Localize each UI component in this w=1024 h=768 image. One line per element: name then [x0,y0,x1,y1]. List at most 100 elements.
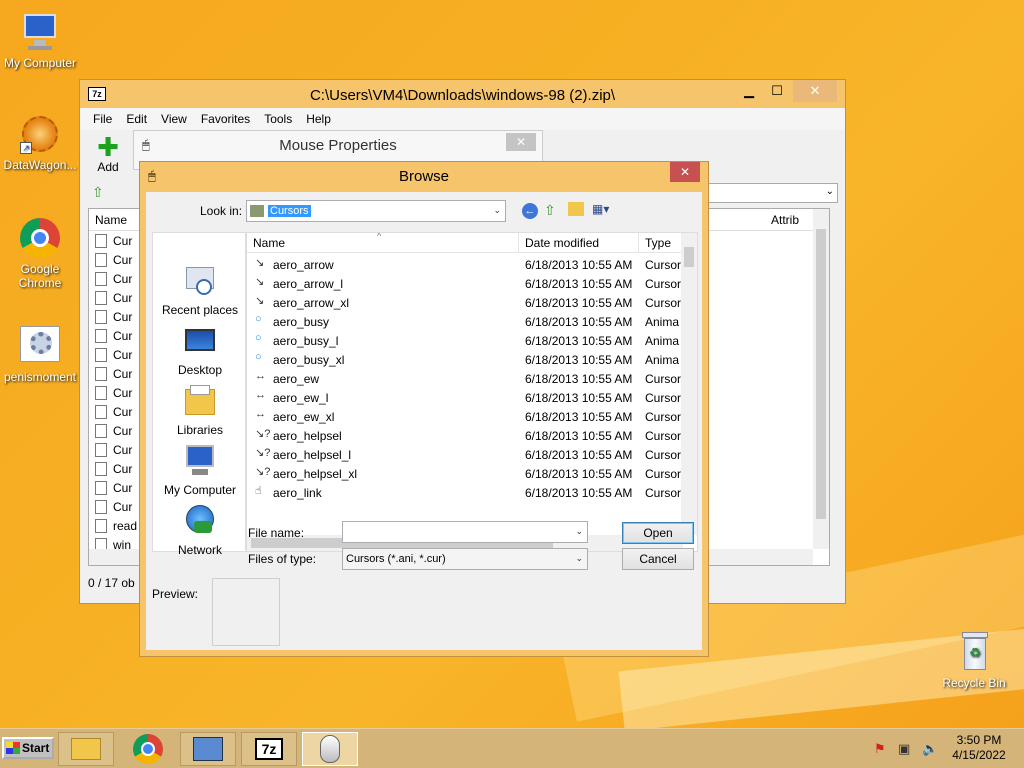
column-name[interactable]: Name [95,213,127,227]
file-row[interactable]: ○ aero_busy_xl 6/18/2013 10:55 AM Anima [247,350,683,369]
up-folder-icon[interactable]: ⇧ [92,184,108,200]
settings-app-icon [18,324,62,368]
menu-help[interactable]: Help [299,112,338,126]
file-row[interactable]: ○ aero_busy 6/18/2013 10:55 AM Anima [247,312,683,331]
taskbar-chrome[interactable] [120,732,176,766]
file-row[interactable]: ↘ aero_arrow_l 6/18/2013 10:55 AM Cursor [247,274,683,293]
place-recent[interactable]: Recent places [155,263,245,317]
file-row[interactable]: ↔ aero_ew 6/18/2013 10:55 AM Cursor [247,369,683,388]
clock[interactable]: 3:50 PM 4/15/2022 [944,733,1014,763]
chevron-down-icon: ⌄ [575,526,583,536]
desktop-icon-google-chrome[interactable]: Google Chrome [0,216,80,290]
file-row[interactable]: ○ aero_busy_l 6/18/2013 10:55 AM Anima [247,331,683,350]
taskbar-file-explorer[interactable] [58,732,114,766]
file-row[interactable]: ↘? aero_helpsel 6/18/2013 10:55 AM Cursor [247,426,683,445]
help-cursor-icon: ↘? [255,447,271,459]
file-name-input[interactable]: ⌄ [342,521,588,543]
network-tray-icon[interactable]: ▣ [898,741,910,757]
minimize-button[interactable]: ▁ [737,80,761,102]
close-button[interactable]: ✕ [793,80,837,102]
file-row[interactable]: ↘? aero_helpsel_xl 6/18/2013 10:55 AM Curso… [247,464,683,483]
desktop-icon-my-computer[interactable]: My Computer [0,10,80,70]
file-row[interactable]: ↘ aero_arrow_xl 6/18/2013 10:55 AM Cursor [247,293,683,312]
busy-ring-icon: ○ [255,332,262,344]
browse-file-list: Name ^ Date modified Type ↘ aero_arrow 6/1… [246,232,698,552]
vertical-scrollbar[interactable] [813,209,829,549]
file-name: Cur [113,423,133,438]
back-icon[interactable]: ← [522,203,538,219]
file-name: Cur [113,461,133,476]
desktop-icon [182,323,218,359]
volume-muted-icon[interactable]: 🔈 [922,741,938,757]
file-row[interactable]: ↔ aero_ew_xl 6/18/2013 10:55 AM Cursor [247,407,683,426]
menu-edit[interactable]: Edit [119,112,154,126]
start-button[interactable]: Start [2,737,54,759]
file-name: aero_arrow_l [273,277,344,291]
hand-cursor-icon: ☝ [255,485,262,497]
windows-logo-icon [6,742,20,754]
column-attrib[interactable]: Attrib [771,213,799,227]
arrow-cursor-icon: ↘ [255,257,265,269]
file-name: aero_busy_xl [273,353,345,367]
up-folder-icon[interactable]: ⇧ [544,202,556,219]
close-button[interactable]: ✕ [670,162,700,182]
menu-favorites[interactable]: Favorites [194,112,257,126]
file-name: Cur [113,290,133,305]
new-folder-icon[interactable] [568,202,584,216]
column-type[interactable]: Type [645,236,671,250]
file-name: Cur [113,385,133,400]
desktop-icon-settings-app[interactable]: penismoment [0,324,80,384]
look-in-combo[interactable]: Cursors ⌄ [246,200,506,222]
place-libraries[interactable]: Libraries [155,383,245,437]
file-type: Anima [645,334,680,348]
file-type: Cursor [645,277,682,291]
place-desktop[interactable]: Desktop [155,323,245,377]
desktop: My Computer ↗ DataWagon... Google Chrome… [0,0,1024,728]
files-of-type-select[interactable]: Cursors (*.ani, *.cur) ⌄ [342,548,588,570]
action-center-flag-icon[interactable]: ⚑ [874,741,886,757]
file-name: aero_ew_xl [273,410,335,424]
file-date: 6/18/2013 10:55 AM [525,372,633,386]
place-network[interactable]: Network [155,503,245,557]
clock-date: 4/15/2022 [952,748,1006,762]
column-name[interactable]: Name [253,236,285,250]
place-my-computer[interactable]: My Computer [155,443,245,497]
file-name: aero_helpsel_xl [273,467,358,481]
file-row[interactable]: ☝ aero_link 6/18/2013 10:55 AM Cursor [247,483,683,502]
open-button[interactable]: Open [622,522,694,544]
menu-tools[interactable]: Tools [257,112,299,126]
file-row[interactable]: ↔ aero_ew_l 6/18/2013 10:55 AM Cursor [247,388,683,407]
computer-icon [18,10,62,54]
file-date: 6/18/2013 10:55 AM [525,296,633,310]
cancel-button[interactable]: Cancel [622,548,694,570]
vertical-scrollbar[interactable]: ⌄ [681,233,697,535]
path-combo[interactable]: ⌄ [708,183,838,203]
file-name: Cur [113,252,133,267]
file-row[interactable]: ↘? aero_helpsel_l 6/18/2013 10:55 AM Cursor [247,445,683,464]
zip-titlebar[interactable]: 7z C:\Users\VM4\Downloads\windows-98 (2)… [80,80,845,110]
file-name: Cur [113,271,133,286]
7zip-app-icon: 7z [255,738,283,760]
close-button[interactable]: ✕ [506,133,536,151]
file-name-label: File name: [248,526,305,540]
menu-file[interactable]: File [86,112,119,126]
desktop-icon-datawagon[interactable]: ↗ DataWagon... [0,112,80,172]
taskbar-7zip[interactable]: 7z [241,732,297,766]
desktop-icon-recycle-bin[interactable]: ♻ Recycle Bin [934,630,1014,690]
file-row[interactable]: ↘ aero_arrow 6/18/2013 10:55 AM Cursor [247,255,683,274]
maximize-button[interactable]: ☐ [765,80,789,102]
browse-body: Look in: Cursors ⌄ ← ⇧ ▦▾ Recent places [146,192,702,650]
taskbar-mouse-properties[interactable] [302,732,358,766]
column-date-modified[interactable]: Date modified [525,236,599,250]
chrome-icon [133,734,163,764]
place-label: Recent places [161,303,239,317]
menu-view[interactable]: View [154,112,194,126]
mouse-properties-title: Mouse Properties [279,137,397,154]
taskbar-control-panel[interactable] [180,732,236,766]
view-menu-icon[interactable]: ▦▾ [592,202,616,216]
file-date: 6/18/2013 10:55 AM [525,334,633,348]
zip-menubar: File Edit View Favorites Tools Help [80,108,845,130]
file-name: Cur [113,309,133,324]
file-type: Cursor [645,372,682,386]
add-button[interactable]: ✚ Add [88,134,128,176]
